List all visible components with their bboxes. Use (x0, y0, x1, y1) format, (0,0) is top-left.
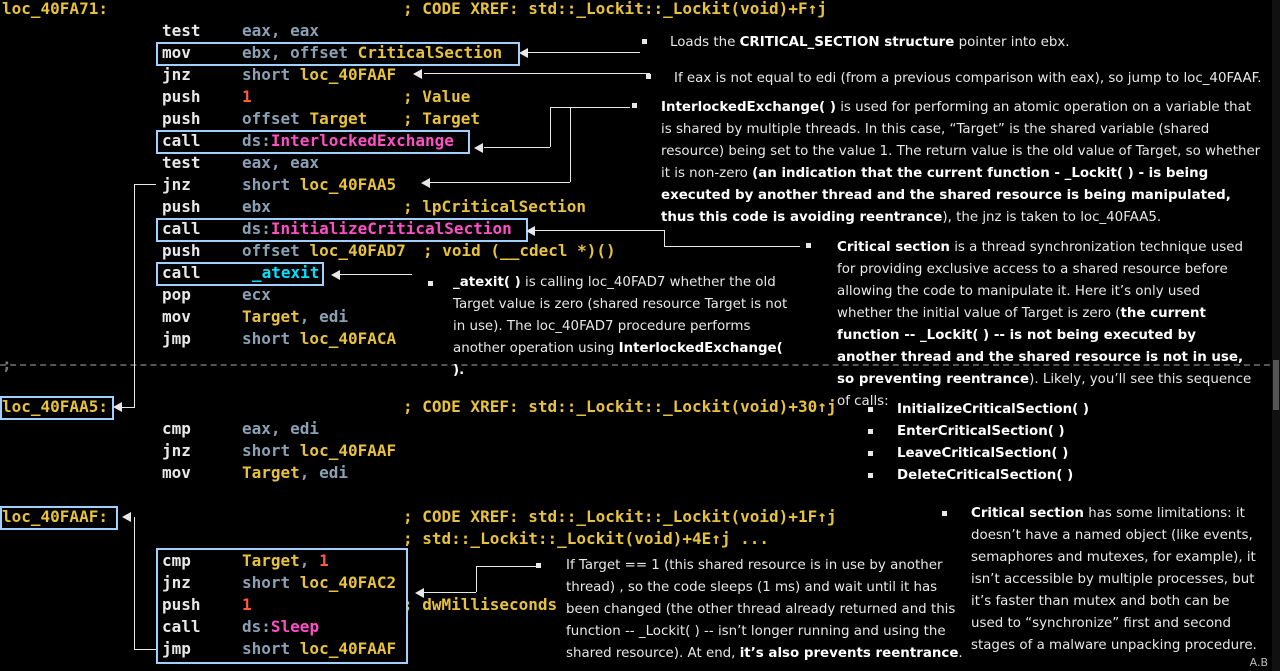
xref-comment-40faaf-1: ; CODE XREF: std::_Lockit::_Lockit(void)… (403, 507, 837, 526)
separator-comment: ; (2, 355, 12, 374)
asm-line-m1[interactable]: cmp (162, 418, 191, 440)
connector-line (476, 566, 477, 592)
arrow-head-left (415, 588, 424, 598)
bullet-icon (642, 39, 647, 44)
connector-line (570, 107, 571, 182)
bullet-icon (868, 407, 873, 412)
bullet-icon (868, 429, 873, 434)
bullet-icon (806, 243, 811, 248)
asm-operand-4: 1 (242, 87, 252, 106)
asm-operand-m1: eax, edi (242, 419, 320, 438)
asm-line-14[interactable]: mov (162, 306, 191, 328)
bullet-icon (646, 74, 651, 79)
xref-comment-40faaf-2: ; std::_Lockit::_Lockit(void)+4E↑j ... (403, 529, 770, 548)
asm-operand-9: ebx (242, 197, 271, 216)
highlight-box-sleep-loop (156, 548, 408, 664)
asm-line-13[interactable]: pop (162, 284, 191, 306)
connector-line (424, 73, 650, 74)
scrollbar-thumb[interactable] (1273, 360, 1279, 410)
arrow-head-left (421, 178, 430, 188)
asm-operand-13: ecx (242, 285, 271, 304)
highlight-box-label-40faa5 (0, 396, 114, 420)
note-critical-section: Critical section is a thread synchroniza… (837, 240, 1252, 409)
bullet-icon (868, 451, 873, 456)
asm-operand-5: offset Target (242, 109, 368, 128)
connector-line (134, 649, 156, 650)
author-signature: A.B (1249, 656, 1268, 669)
xref-comment-40faa5: ; CODE XREF: std::_Lockit::_Lockit(void)… (403, 397, 837, 416)
label-loc-40fa71[interactable]: loc_40FA71: (2, 0, 108, 20)
asm-line-5[interactable]: push (162, 108, 201, 130)
highlight-box-atexit (156, 262, 324, 286)
arrow-head-left (474, 143, 483, 153)
asm-operand-15[interactable]: short loc_40FACA (242, 328, 396, 350)
asm-operand-3[interactable]: short loc_40FAAF (242, 64, 396, 86)
asm-comment-n3: ; dwMilliseconds (403, 595, 558, 614)
asm-line-1[interactable]: test (162, 20, 201, 42)
list-item: LeaveCriticalSection( ) (897, 446, 1069, 461)
connector-line (430, 182, 570, 183)
arrow-head-left (526, 226, 535, 236)
note-jnz: If eax is not equal to edi (from a previ… (674, 71, 1262, 86)
asm-operand-1: eax, eax (242, 21, 320, 40)
bullet-icon (428, 281, 433, 286)
asm-line-7[interactable]: test (162, 152, 201, 174)
asm-operand-14: Target, edi (242, 307, 348, 326)
highlight-box-label-40faaf (0, 506, 118, 530)
asm-line-15[interactable]: jmp (162, 328, 191, 350)
asm-operand-11[interactable]: offset loc_40FAD7 (242, 240, 406, 262)
xref-comment-40fa71: ; CODE XREF: std::_Lockit::_Lockit(void)… (403, 0, 827, 18)
connector-line (550, 107, 630, 108)
note-interlocked-exchange: InterlockedExchange( ) is used for perfo… (661, 100, 1261, 225)
bullet-icon (536, 563, 541, 568)
connector-line (664, 230, 665, 246)
asm-line-4[interactable]: push (162, 86, 201, 108)
connector-line (134, 517, 135, 650)
asm-operand-7: eax, eax (242, 153, 320, 172)
asm-comment-4: ; Value (403, 87, 471, 106)
bullet-icon (942, 511, 947, 516)
highlight-box-mov-critsec (156, 42, 520, 66)
asm-operand-8[interactable]: short loc_40FAA5 (242, 174, 396, 196)
connector-line (550, 107, 551, 147)
connector-line (664, 246, 800, 247)
asm-comment-5: ; Target (403, 109, 481, 128)
bullet-icon (868, 473, 873, 478)
connector-line (534, 230, 664, 231)
asm-operand-m2[interactable]: short loc_40FAAF (242, 440, 396, 462)
highlight-box-interlocked (156, 130, 470, 154)
arrow-head-left (331, 270, 340, 280)
connector-line (528, 52, 640, 53)
asm-comment-9: ; lpCriticalSection (403, 197, 587, 216)
note-critsec-limitations: Critical section has some limitations: i… (971, 506, 1257, 653)
asm-line-9[interactable]: push (162, 196, 201, 218)
connector-line (340, 274, 412, 275)
connector-line (476, 566, 536, 567)
connector-line (120, 407, 134, 408)
connector-line (134, 184, 156, 185)
vertical-scrollbar[interactable] (1272, 0, 1280, 671)
arrow-head-left (413, 69, 422, 79)
arrow-head-left (122, 512, 131, 522)
asm-line-m3[interactable]: mov (162, 462, 191, 484)
asm-line-11[interactable]: push (162, 240, 201, 262)
arrow-head-left (519, 48, 528, 58)
note-atexit: _atexit( ) is calling loc_40FAD7 whether… (453, 275, 788, 378)
list-item: DeleteCriticalSection( ) (897, 468, 1074, 483)
asm-operand-m3: Target, edi (242, 463, 348, 482)
list-item: InitializeCriticalSection( ) (897, 402, 1090, 417)
connector-line (424, 592, 476, 593)
note-sleep-loop: If Target == 1 (this shared resource is … (566, 558, 963, 661)
note-load-critsec: Loads the CRITICAL_SECTION structure poi… (670, 35, 1070, 50)
bullet-icon (632, 103, 637, 108)
connector-line (484, 147, 550, 148)
critsec-call-sequence: InitializeCriticalSection( ) EnterCritic… (897, 399, 1089, 487)
asm-line-m2[interactable]: jnz (162, 440, 191, 462)
asm-comment-11: ; void (__cdecl *)() (423, 241, 616, 260)
connector-line (134, 184, 135, 408)
highlight-box-initcritsec (156, 218, 528, 242)
list-item: EnterCriticalSection( ) (897, 424, 1065, 439)
asm-line-3[interactable]: jnz (162, 64, 191, 86)
asm-line-8[interactable]: jnz (162, 174, 191, 196)
